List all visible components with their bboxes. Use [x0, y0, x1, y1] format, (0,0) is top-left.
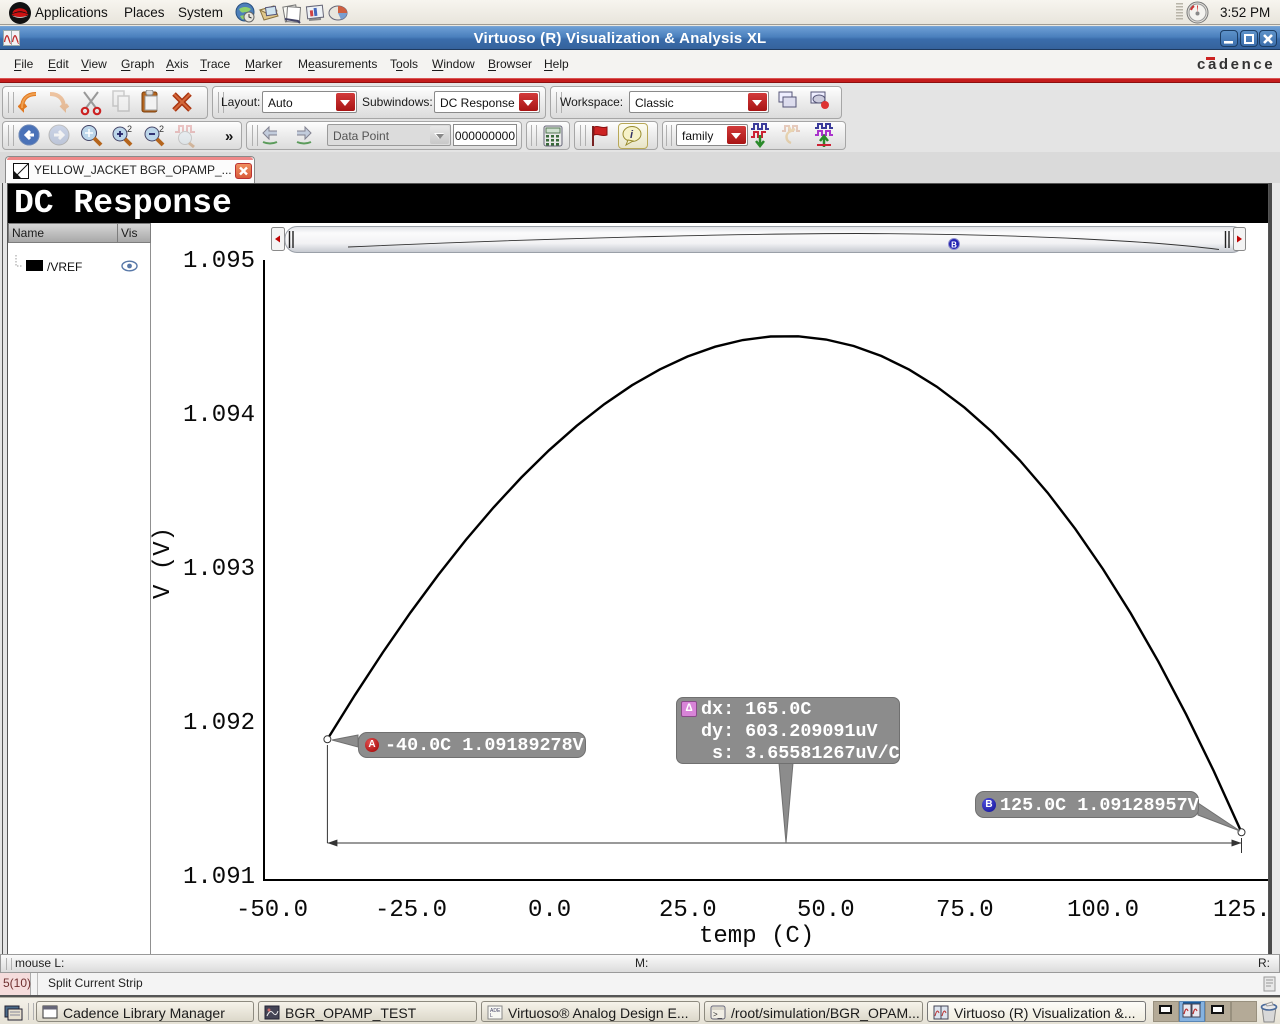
- svg-text:B: B: [951, 241, 957, 250]
- svg-text:>_: >_: [713, 1010, 723, 1019]
- svg-text:2: 2: [159, 124, 164, 134]
- svg-text:L: L: [490, 1013, 493, 1019]
- svg-text:2: 2: [127, 124, 132, 134]
